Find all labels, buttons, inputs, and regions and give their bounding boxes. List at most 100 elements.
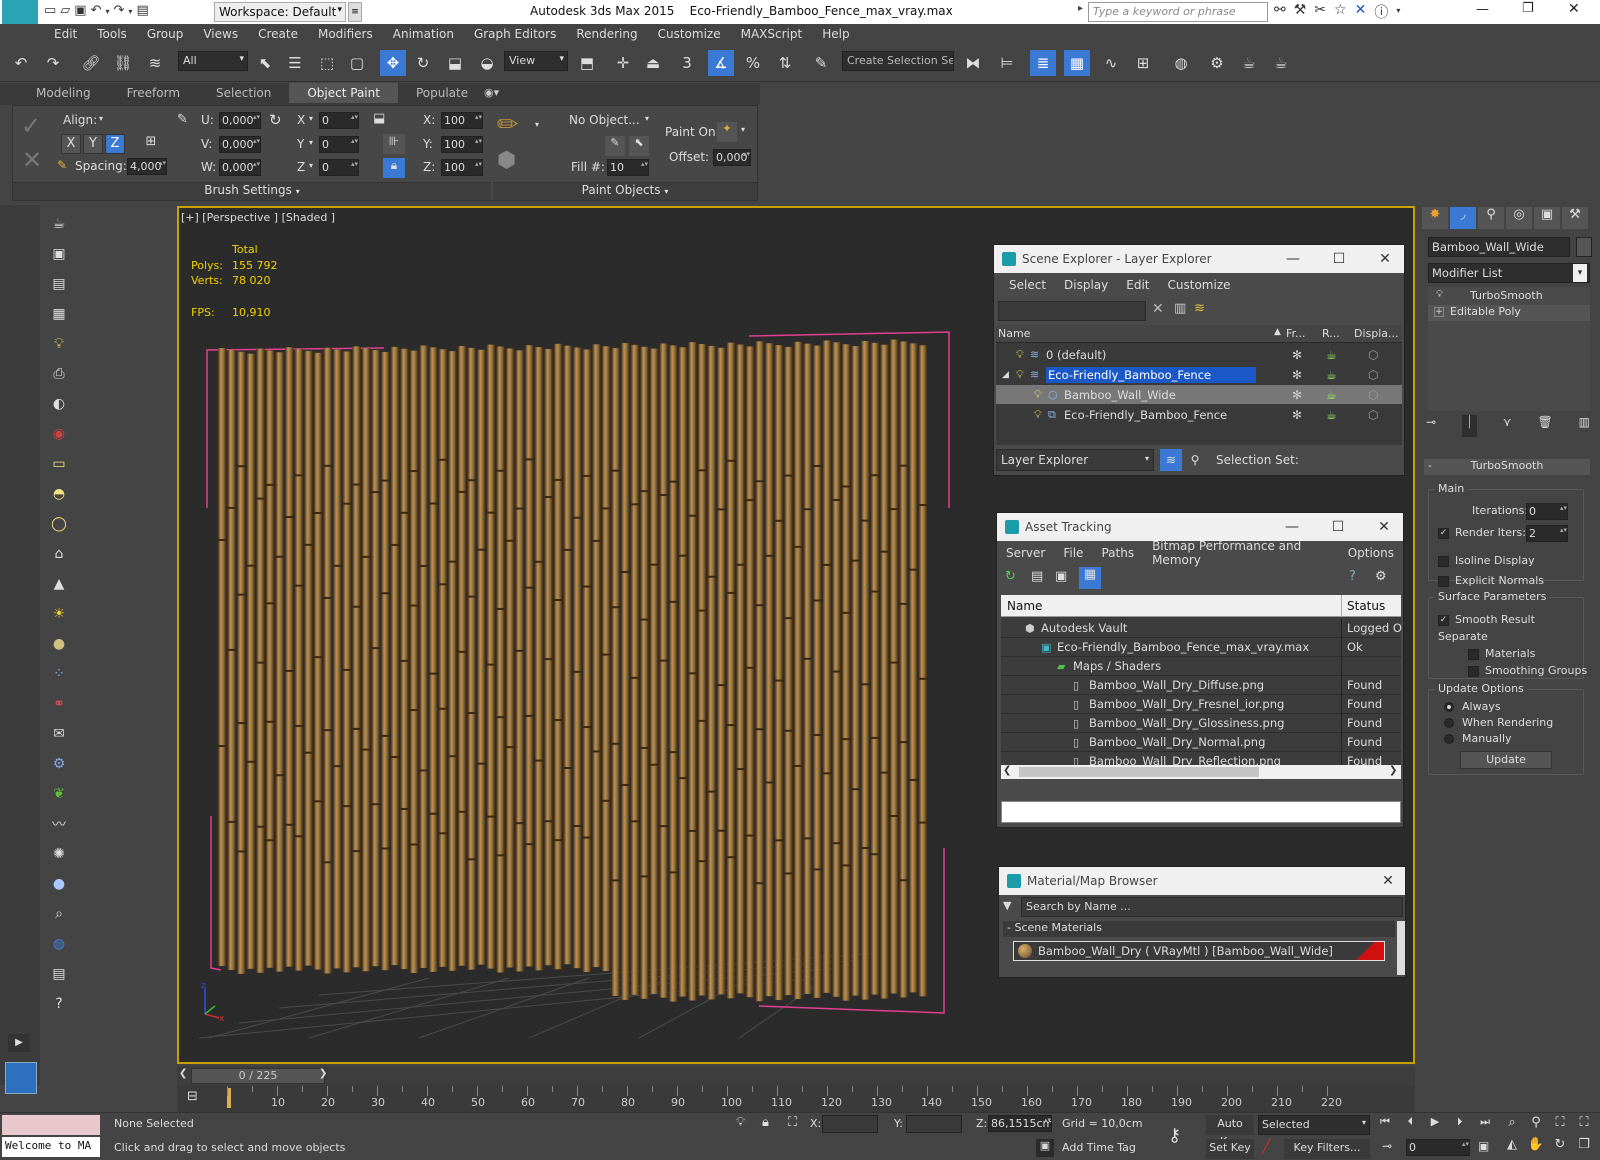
column-header[interactable]: Displa...	[1354, 327, 1399, 340]
document-icon[interactable]: ▤	[48, 273, 70, 295]
motion-tab-icon[interactable]: ◎	[1506, 207, 1532, 229]
percent-snap-icon[interactable]: %	[740, 50, 766, 76]
asset-row[interactable]: ▯ Bamboo_Wall_Dry_Diffuse.png Found	[1001, 676, 1401, 695]
lock-scale-icon[interactable]: 🔒︎	[383, 158, 405, 178]
axis-y-button[interactable]: Y	[83, 134, 103, 154]
paint-brush-icon[interactable]: ✏︎	[497, 110, 519, 140]
redo-icon[interactable]: ↷	[114, 3, 125, 21]
scale-icon[interactable]: ⬓	[373, 111, 385, 126]
refresh-icon[interactable]: ↻	[1005, 569, 1016, 584]
smoothing-groups-row[interactable]: Smoothing Groups	[1468, 664, 1587, 677]
stack-item-editable-poly[interactable]: + Editable Poly	[1428, 305, 1590, 321]
smoothing-groups-checkbox[interactable]	[1468, 665, 1479, 677]
menu-item[interactable]: Tools	[87, 24, 137, 44]
paint-objects-footer[interactable]: Paint Objects ▾	[493, 182, 757, 200]
y-coordinate-field[interactable]	[906, 1115, 962, 1133]
axis-x-button[interactable]: X	[61, 134, 81, 154]
half-sphere-icon[interactable]: ◐	[48, 393, 70, 415]
scene-explorer-menu-item[interactable]: Select	[1000, 278, 1055, 292]
dome-icon[interactable]: ◓	[48, 483, 70, 505]
column-header[interactable]: Fr...	[1286, 327, 1306, 340]
menu-item[interactable]: Edit	[44, 24, 87, 44]
asset-tracking-menu-item[interactable]: Paths	[1092, 546, 1143, 560]
menu-item[interactable]: Group	[137, 24, 194, 44]
modifier-list-dropdown[interactable]: Modifier List ▾	[1428, 263, 1590, 283]
teapot-icon[interactable]: ☕︎	[48, 213, 70, 235]
chevron-down-icon[interactable]: ▾	[645, 114, 649, 123]
rendered-frame-icon[interactable]: ☕︎	[1236, 50, 1262, 76]
angle-snap-icon[interactable]: ∡	[708, 50, 734, 76]
grass-icon[interactable]: ❦	[48, 783, 70, 805]
mirror-icon[interactable]: ⧓	[960, 50, 986, 76]
asset-tracking-menu-item[interactable]: File	[1054, 546, 1092, 560]
minimize-button[interactable]: —	[1281, 517, 1303, 537]
z-coordinate-field[interactable]: 86,1515cm	[988, 1115, 1052, 1132]
create-tab-icon[interactable]: ✸	[1422, 207, 1448, 229]
x-coordinate-field[interactable]	[822, 1115, 878, 1133]
select-and-scale-icon[interactable]: ⬓	[442, 50, 468, 76]
select-and-rotate-icon[interactable]: ↻	[410, 50, 436, 76]
menu-item[interactable]: Modifiers	[308, 24, 383, 44]
menu-item[interactable]: Views	[193, 24, 248, 44]
next-key-icon[interactable]: ⏵	[1457, 1115, 1463, 1135]
asset-tracking-menu-item[interactable]: Bitmap Performance and Memory	[1143, 539, 1339, 567]
dropdown-icon[interactable]: ▾	[128, 3, 132, 21]
chevron-down-icon[interactable]: ▾	[99, 114, 103, 123]
help-icon[interactable]: ?	[48, 993, 70, 1015]
maxscript-mini-listener[interactable]: Welcome to MA	[2, 1137, 100, 1157]
maximize-button[interactable]: ☐	[1327, 517, 1349, 537]
render-production-icon[interactable]: ☕︎	[1268, 50, 1294, 76]
minimize-button[interactable]: —	[1282, 249, 1304, 269]
field-of-view-icon[interactable]: ◭	[1500, 1137, 1524, 1159]
sun-icon[interactable]: ☀	[48, 603, 70, 625]
select-and-place-icon[interactable]: ◒	[474, 50, 500, 76]
remove-modifier-icon[interactable]: 🗑︎	[1537, 415, 1552, 437]
curve-editor-icon[interactable]: ∿	[1098, 50, 1124, 76]
render-iters-checkbox[interactable]: ✓	[1438, 527, 1449, 539]
scroll-left-icon[interactable]: ❮	[1003, 765, 1011, 776]
asset-row[interactable]: ▯ Bamboo_Wall_Dry_Glossiness.png Found	[1001, 714, 1401, 733]
column-header[interactable]: Name	[1007, 599, 1042, 613]
render-teapot-icon[interactable]: ☕︎	[1326, 408, 1337, 422]
asset-tracking-titlebar[interactable]: Asset Tracking — ☐ ✕	[997, 513, 1403, 541]
freeze-icon[interactable]: ✻	[1292, 368, 1302, 382]
spinner-snap-icon[interactable]: ⇅	[772, 50, 798, 76]
key-mode-dropdown[interactable]: Selected ▾	[1258, 1115, 1370, 1135]
viewport-layout-icon[interactable]	[5, 1062, 37, 1094]
bamboo-fence-model[interactable]	[214, 338, 954, 1028]
no-object-label[interactable]: No Object...	[569, 113, 640, 127]
light-bulb-icon[interactable]: 💡︎	[1436, 289, 1443, 300]
expand-plus-icon[interactable]: +	[1434, 307, 1444, 317]
asset-row[interactable]: ⬢ Autodesk Vault Logged O	[1001, 619, 1402, 638]
layers-filter-icon[interactable]: ≋	[1194, 301, 1205, 316]
pin-stack-icon[interactable]: ⊸	[1426, 415, 1436, 437]
materials-row[interactable]: Materials	[1468, 647, 1535, 660]
scale-x-spinner[interactable]: 100	[441, 112, 483, 129]
close-x-icon[interactable]: ✕	[1355, 2, 1367, 22]
unlink-icon[interactable]: ⛓︎	[110, 50, 136, 76]
dropdown-icon[interactable]: ▾	[106, 3, 110, 21]
undo-icon[interactable]: ↶	[8, 50, 34, 76]
zoom-icon[interactable]: ⌕	[1500, 1115, 1524, 1137]
light-bulb-icon[interactable]: 💡︎	[1034, 388, 1042, 402]
plane-icon[interactable]: ▭	[48, 453, 70, 475]
minimize-button[interactable]: —	[1476, 2, 1496, 17]
expand-arrow-icon[interactable]: ▶	[8, 1034, 30, 1052]
menu-item[interactable]: Graph Editors	[464, 24, 566, 44]
explicit-normals-row[interactable]: Explicit Normals	[1438, 574, 1544, 587]
video-camera-icon[interactable]: ◉	[48, 423, 70, 445]
orbit-icon[interactable]: ↻	[1548, 1137, 1572, 1159]
set-key-icon[interactable]: ╱	[1262, 1139, 1270, 1155]
scene-explorer-menu-item[interactable]: Customize	[1159, 278, 1240, 292]
materials-checkbox[interactable]	[1468, 648, 1479, 660]
stack-item-turbosmooth[interactable]: 💡︎ TurboSmooth	[1428, 289, 1590, 305]
close-button[interactable]: ✕	[1374, 249, 1396, 269]
utilities-tab-icon[interactable]: ⚒	[1562, 207, 1588, 229]
menu-item[interactable]: Customize	[648, 24, 731, 44]
layer-explorer-dropdown[interactable]: Layer Explorer ▾	[996, 449, 1154, 471]
light-bulb-icon[interactable]: 💡︎	[48, 333, 70, 355]
maxscript-listener-pink[interactable]	[2, 1115, 100, 1135]
when-rendering-row[interactable]: When Rendering	[1444, 716, 1553, 729]
sphere-icon[interactable]: ◯	[48, 513, 70, 535]
asset-row[interactable]: ▯ Bamboo_Wall_Dry_Fresnel_ior.png Found	[1001, 695, 1401, 714]
